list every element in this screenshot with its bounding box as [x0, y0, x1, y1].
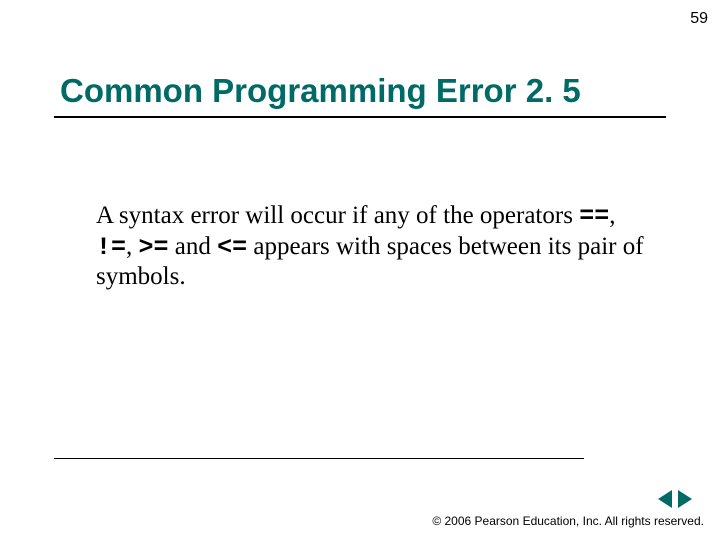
sep1: ,	[609, 202, 615, 229]
triangle-left-icon	[658, 490, 672, 508]
copyright: © 2006 Pearson Education, Inc. All right…	[432, 514, 704, 528]
prev-button[interactable]	[658, 490, 672, 508]
body-lead: A syntax error will occur if any of the …	[96, 202, 579, 229]
body-paragraph: A syntax error will occur if any of the …	[96, 201, 656, 292]
operator-neq: !=	[96, 233, 126, 262]
triangle-right-icon	[678, 490, 692, 508]
operator-eq: ==	[579, 202, 609, 231]
title-block: Common Programming Error 2. 5	[54, 72, 666, 118]
body-mid: and	[169, 233, 218, 260]
operator-gte: >=	[139, 233, 169, 262]
sep2: ,	[126, 233, 139, 260]
title-underline	[54, 116, 666, 118]
next-button[interactable]	[678, 490, 692, 508]
operator-lte: <=	[217, 233, 247, 262]
slide-title: Common Programming Error 2. 5	[54, 72, 666, 110]
nav-controls	[658, 490, 692, 508]
footer-rule	[54, 458, 584, 459]
page-number: 59	[690, 10, 708, 28]
